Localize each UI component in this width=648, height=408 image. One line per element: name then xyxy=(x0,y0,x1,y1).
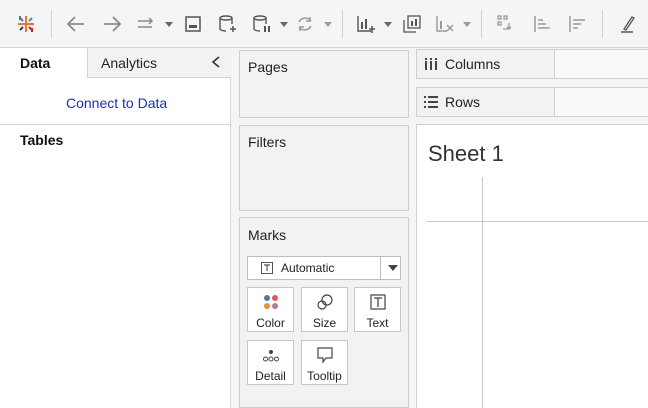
detail-label: Detail xyxy=(255,369,286,383)
rows-icon xyxy=(424,96,438,108)
pages-card[interactable]: Pages xyxy=(239,50,409,118)
duplicate-icon[interactable] xyxy=(400,12,424,36)
toolbar xyxy=(0,0,648,48)
sheet-horizontal-divider xyxy=(427,221,648,222)
detail-dots-icon xyxy=(262,350,279,362)
replay-icon[interactable] xyxy=(134,12,158,36)
columns-label: Columns xyxy=(445,56,501,72)
detail-button[interactable]: Detail xyxy=(247,340,294,385)
text-label-icon xyxy=(369,294,386,310)
mark-type-value: Automatic xyxy=(281,261,335,275)
pause-dropdown-icon[interactable] xyxy=(279,12,289,36)
color-button[interactable]: Color xyxy=(247,287,294,332)
rows-drop-area[interactable] xyxy=(554,88,648,116)
chevron-down-icon[interactable] xyxy=(388,265,398,272)
filters-title: Filters xyxy=(248,134,287,150)
sheet-canvas[interactable]: Sheet 1 xyxy=(416,124,648,408)
redo-icon[interactable] xyxy=(100,12,124,36)
size-circles-icon xyxy=(316,294,333,310)
undo-icon[interactable] xyxy=(64,12,88,36)
new-worksheet-dropdown-icon[interactable] xyxy=(383,12,393,36)
data-pane: Data Analytics Connect to Data Tables xyxy=(0,48,231,408)
columns-shelf[interactable]: Columns xyxy=(416,49,648,79)
clear-sheet-icon[interactable] xyxy=(433,12,457,36)
connect-row: Connect to Data xyxy=(0,78,231,125)
tooltip-icon xyxy=(316,347,333,364)
sort-ascending-icon[interactable] xyxy=(530,12,554,36)
pages-title: Pages xyxy=(248,59,288,75)
tooltip-label: Tooltip xyxy=(307,369,342,383)
marks-title: Marks xyxy=(248,227,287,243)
tab-data-label: Data xyxy=(20,55,51,71)
new-worksheet-icon[interactable] xyxy=(354,12,378,36)
new-data-source-icon[interactable] xyxy=(216,12,240,36)
refresh-icon[interactable] xyxy=(293,12,317,36)
sheet-vertical-divider xyxy=(482,177,483,408)
color-label: Color xyxy=(256,316,285,330)
sheet-title[interactable]: Sheet 1 xyxy=(428,141,504,167)
pause-updates-icon[interactable] xyxy=(250,12,274,36)
swap-icon[interactable] xyxy=(494,12,518,36)
color-dots-icon xyxy=(263,295,278,309)
highlight-icon[interactable] xyxy=(616,12,640,36)
refresh-dropdown-icon[interactable] xyxy=(323,12,333,36)
tableau-logo-icon[interactable] xyxy=(14,12,38,36)
size-label: Size xyxy=(312,316,337,330)
text-mark-icon xyxy=(261,262,273,274)
rows-shelf[interactable]: Rows xyxy=(416,87,648,117)
size-button[interactable]: Size xyxy=(301,287,348,332)
columns-icon xyxy=(425,58,437,70)
tab-analytics-label: Analytics xyxy=(101,55,158,71)
columns-drop-area[interactable] xyxy=(554,50,648,78)
collapse-chevron-icon[interactable] xyxy=(209,54,223,70)
text-label: Text xyxy=(366,316,389,330)
mark-type-select[interactable]: Automatic xyxy=(247,256,401,280)
marks-card: Marks Automatic Color Size Text Detail T… xyxy=(239,217,409,408)
tab-analytics[interactable]: Analytics xyxy=(87,48,231,78)
tables-heading: Tables xyxy=(20,132,64,148)
tab-data[interactable]: Data xyxy=(0,48,87,78)
sort-descending-icon[interactable] xyxy=(565,12,589,36)
clear-dropdown-icon[interactable] xyxy=(462,12,472,36)
rows-label: Rows xyxy=(445,94,481,110)
pane-tabs: Data Analytics xyxy=(0,48,231,78)
replay-dropdown-icon[interactable] xyxy=(164,12,174,36)
tooltip-button[interactable]: Tooltip xyxy=(301,340,348,385)
connect-to-data-link[interactable]: Connect to Data xyxy=(66,95,167,111)
text-button[interactable]: Text xyxy=(354,287,401,332)
save-icon[interactable] xyxy=(181,12,205,36)
filters-card[interactable]: Filters xyxy=(239,125,409,211)
